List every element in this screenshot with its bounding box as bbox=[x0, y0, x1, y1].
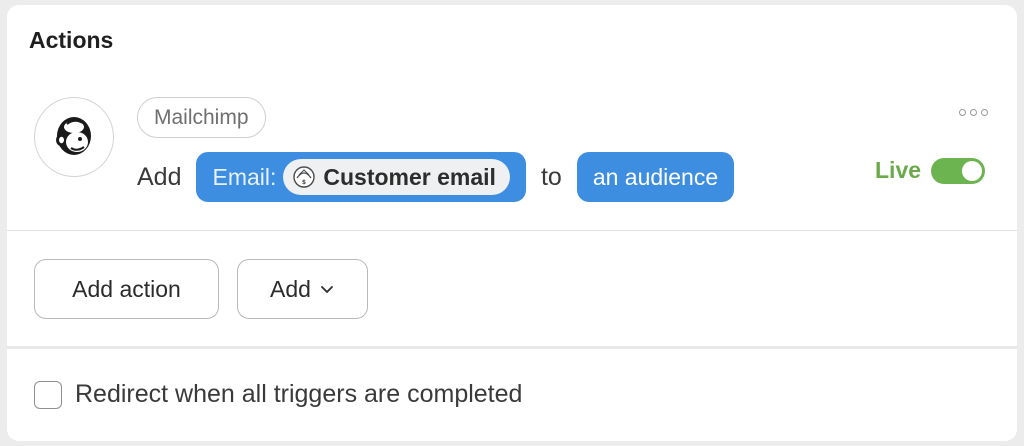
customer-email-token[interactable]: $ Customer email bbox=[283, 159, 510, 195]
divider bbox=[7, 230, 1017, 231]
redirect-checkbox[interactable] bbox=[34, 380, 62, 409]
redirect-option: Redirect when all triggers are completed bbox=[34, 380, 522, 409]
field-label: Email: bbox=[212, 163, 277, 190]
chevron-down-icon bbox=[319, 281, 335, 297]
svg-text:$: $ bbox=[302, 179, 306, 186]
mailchimp-logo bbox=[34, 97, 114, 177]
add-action-button[interactable]: Add action bbox=[34, 259, 219, 319]
customer-icon: $ bbox=[293, 166, 316, 188]
mailchimp-icon bbox=[56, 117, 91, 155]
add-dropdown-button[interactable]: Add bbox=[237, 259, 368, 319]
status-label: Live bbox=[875, 157, 922, 183]
live-toggle[interactable] bbox=[931, 157, 986, 184]
divider bbox=[7, 346, 1017, 349]
connector-word: to bbox=[540, 162, 562, 191]
field-token-label: Customer email bbox=[323, 163, 496, 190]
status-toggle-group: Live bbox=[875, 157, 986, 184]
toggle-knob bbox=[962, 160, 983, 181]
more-options-icon[interactable] bbox=[959, 109, 988, 116]
action-verb: Add bbox=[137, 162, 182, 191]
redirect-label[interactable]: Redirect when all triggers are completed bbox=[75, 380, 522, 409]
section-title: Actions bbox=[29, 27, 114, 53]
add-dropdown-label: Add bbox=[270, 275, 311, 302]
action-sentence: Add Email: $ Customer email to an audien… bbox=[137, 152, 735, 202]
email-field-pill[interactable]: Email: $ Customer email bbox=[196, 152, 526, 202]
app-name-chip[interactable]: Mailchimp bbox=[137, 97, 266, 138]
audience-pill[interactable]: an audience bbox=[576, 152, 735, 202]
actions-card: Actions Mailchimp Add Email: $ Customer … bbox=[7, 5, 1017, 441]
